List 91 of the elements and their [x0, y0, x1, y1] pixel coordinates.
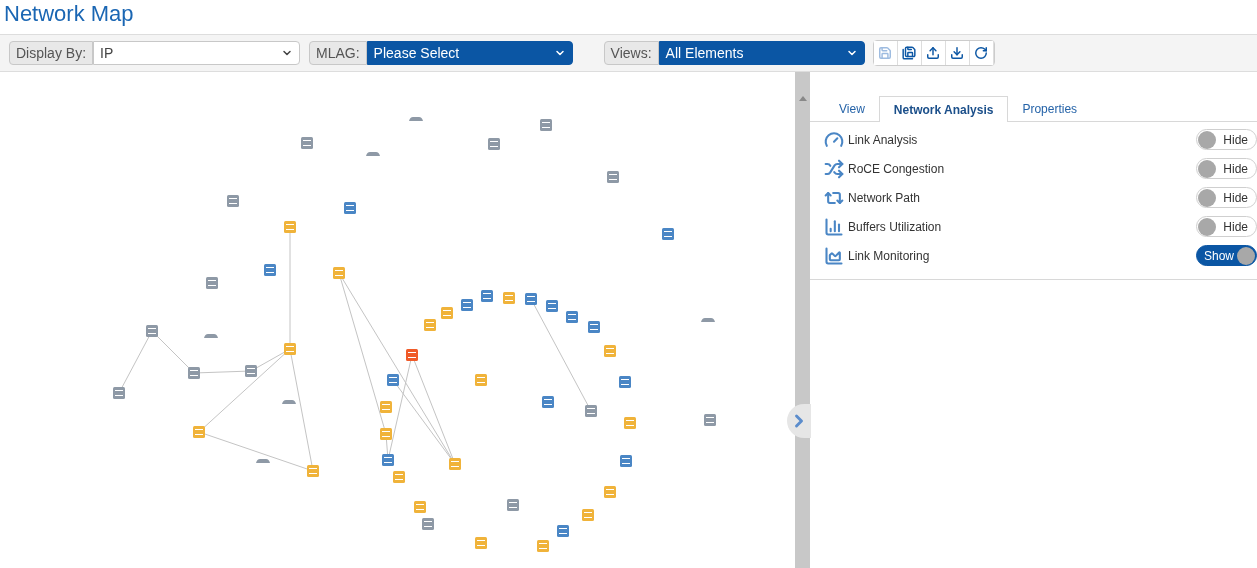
switch-node[interactable]: [188, 367, 200, 379]
save-as-icon: [902, 46, 917, 60]
toggle-switch[interactable]: Hide: [1196, 216, 1257, 237]
switch-node[interactable]: [227, 195, 239, 207]
switch-node[interactable]: [704, 414, 716, 426]
host-node[interactable]: [366, 152, 380, 156]
toolbar-button[interactable]: [945, 41, 970, 65]
switch-node[interactable]: [284, 343, 296, 355]
switch-node[interactable]: [481, 290, 493, 302]
row-label: RoCE Congestion: [848, 160, 946, 178]
panel-tab[interactable]: View: [825, 96, 879, 122]
scroll-up-icon[interactable]: [798, 96, 807, 101]
host-node[interactable]: [282, 400, 296, 404]
switch-node[interactable]: [582, 509, 594, 521]
upload-icon: [926, 46, 941, 60]
switch-node[interactable]: [333, 267, 345, 279]
switch-node[interactable]: [461, 299, 473, 311]
switch-node[interactable]: [307, 465, 319, 477]
switch-node[interactable]: [525, 293, 537, 305]
toggle-switch[interactable]: Hide: [1196, 187, 1257, 208]
gauge-icon: [824, 129, 844, 150]
toggle-switch[interactable]: Hide: [1196, 158, 1257, 179]
dropdown[interactable]: Please Select: [366, 41, 573, 65]
switch-node[interactable]: [441, 307, 453, 319]
switch-node[interactable]: [301, 137, 313, 149]
switch-node[interactable]: [585, 405, 597, 417]
switch-node[interactable]: [264, 264, 276, 276]
row-label: Link Analysis: [848, 131, 919, 149]
switch-node[interactable]: [488, 138, 500, 150]
switch-node[interactable]: [414, 501, 426, 513]
toolbar-button[interactable]: [921, 41, 946, 65]
dropdown[interactable]: IP: [93, 41, 301, 65]
switch-node[interactable]: [206, 277, 218, 289]
switch-node[interactable]: [546, 300, 558, 312]
switch-node[interactable]: [406, 349, 418, 361]
switch-node[interactable]: [588, 321, 600, 333]
switch-node[interactable]: [146, 325, 158, 337]
switch-node[interactable]: [537, 540, 549, 552]
switch-node[interactable]: [393, 471, 405, 483]
switch-node[interactable]: [422, 518, 434, 530]
switch-node[interactable]: [507, 499, 519, 511]
switch-node[interactable]: [245, 365, 257, 377]
row-label: Network Path: [848, 189, 922, 207]
switch-node[interactable]: [475, 374, 487, 386]
switch-node[interactable]: [542, 396, 554, 408]
host-node[interactable]: [204, 334, 218, 338]
toolbar-button[interactable]: [897, 41, 922, 65]
switch-node[interactable]: [540, 119, 552, 131]
host-node[interactable]: [701, 318, 715, 322]
switch-node[interactable]: [284, 221, 296, 233]
row-label: Buffers Utilization: [848, 218, 943, 236]
switch-node[interactable]: [475, 537, 487, 549]
switch-node[interactable]: [387, 374, 399, 386]
switch-node[interactable]: [449, 458, 461, 470]
panel-tab[interactable]: Network Analysis: [878, 96, 1009, 122]
switch-node[interactable]: [604, 345, 616, 357]
download-icon: [950, 46, 965, 60]
switch-node[interactable]: [604, 486, 616, 498]
switch-node[interactable]: [424, 319, 436, 331]
switch-node[interactable]: [557, 525, 569, 537]
switch-node[interactable]: [193, 426, 205, 438]
area-chart-icon: [824, 245, 844, 266]
switch-node[interactable]: [344, 202, 356, 214]
switch-node[interactable]: [380, 428, 392, 440]
switch-node[interactable]: [624, 417, 636, 429]
switch-node[interactable]: [382, 454, 394, 466]
row-label: Link Monitoring: [848, 247, 931, 265]
shuffle-icon: [824, 158, 844, 179]
save-icon: [878, 46, 893, 60]
toggle-switch[interactable]: Hide: [1196, 129, 1257, 150]
host-node[interactable]: [409, 117, 423, 121]
dropdown[interactable]: All Elements: [658, 41, 865, 65]
toolbar-button[interactable]: [969, 41, 994, 65]
select-label: Views:: [603, 41, 659, 65]
select-label: Display By:: [9, 41, 94, 65]
select-label: MLAG:: [309, 41, 367, 65]
refresh-icon: [974, 46, 989, 60]
page-title: Network Map: [3, 0, 135, 28]
panel-tab[interactable]: Properties: [1008, 96, 1092, 122]
switch-node[interactable]: [607, 171, 619, 183]
bar-chart-icon: [824, 216, 844, 237]
switch-node[interactable]: [620, 455, 632, 467]
switch-node[interactable]: [503, 292, 515, 304]
switch-node[interactable]: [566, 311, 578, 323]
scrollbar[interactable]: [795, 72, 810, 568]
switch-node[interactable]: [113, 387, 125, 399]
switch-node[interactable]: [619, 376, 631, 388]
switch-node[interactable]: [380, 401, 392, 413]
switch-node[interactable]: [662, 228, 674, 240]
host-node[interactable]: [256, 459, 270, 463]
toggle-switch[interactable]: Show: [1196, 245, 1257, 266]
